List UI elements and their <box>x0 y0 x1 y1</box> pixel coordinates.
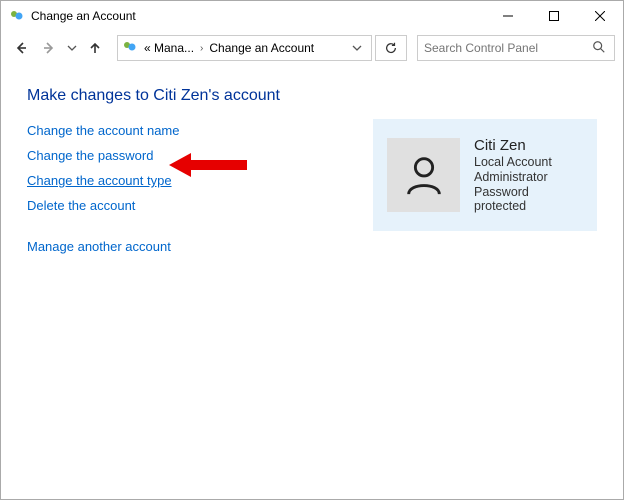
breadcrumb-parent[interactable]: « Mana... <box>142 41 196 55</box>
change-password-link[interactable]: Change the password <box>27 148 153 163</box>
account-info: Citi Zen Local Account Administrator Pas… <box>474 137 583 213</box>
delete-account-link[interactable]: Delete the account <box>27 198 135 213</box>
maximize-button[interactable] <box>531 1 577 31</box>
account-role: Administrator <box>474 170 583 184</box>
search-box[interactable] <box>417 35 615 61</box>
search-icon[interactable] <box>592 40 608 56</box>
manage-another-account-link[interactable]: Manage another account <box>27 239 171 254</box>
account-card: Citi Zen Local Account Administrator Pas… <box>373 119 597 231</box>
page-heading: Make changes to Citi Zen's account <box>27 87 597 105</box>
window-title: Change an Account <box>31 9 485 23</box>
back-button[interactable] <box>9 36 33 60</box>
address-bar[interactable]: « Mana... › Change an Account <box>117 35 372 61</box>
account-name: Citi Zen <box>474 137 583 154</box>
avatar <box>387 138 460 212</box>
search-input[interactable] <box>424 41 592 55</box>
window-controls <box>485 1 623 31</box>
recent-locations-button[interactable] <box>65 36 79 60</box>
nav-row: « Mana... › Change an Account <box>1 31 623 65</box>
forward-button[interactable] <box>37 36 61 60</box>
chevron-right-icon: › <box>200 43 203 54</box>
breadcrumb-current[interactable]: Change an Account <box>207 41 316 55</box>
minimize-button[interactable] <box>485 1 531 31</box>
address-dropdown-button[interactable] <box>347 36 367 60</box>
account-password-status: Password protected <box>474 185 583 213</box>
content-area: Make changes to Citi Zen's account Chang… <box>1 65 623 276</box>
refresh-button[interactable] <box>375 35 407 61</box>
user-accounts-icon <box>122 39 138 58</box>
change-account-name-link[interactable]: Change the account name <box>27 123 180 138</box>
titlebar: Change an Account <box>1 1 623 31</box>
change-account-type-link[interactable]: Change the account type <box>27 173 172 188</box>
account-type: Local Account <box>474 155 583 169</box>
up-button[interactable] <box>83 36 107 60</box>
user-accounts-icon <box>9 8 25 24</box>
close-button[interactable] <box>577 1 623 31</box>
